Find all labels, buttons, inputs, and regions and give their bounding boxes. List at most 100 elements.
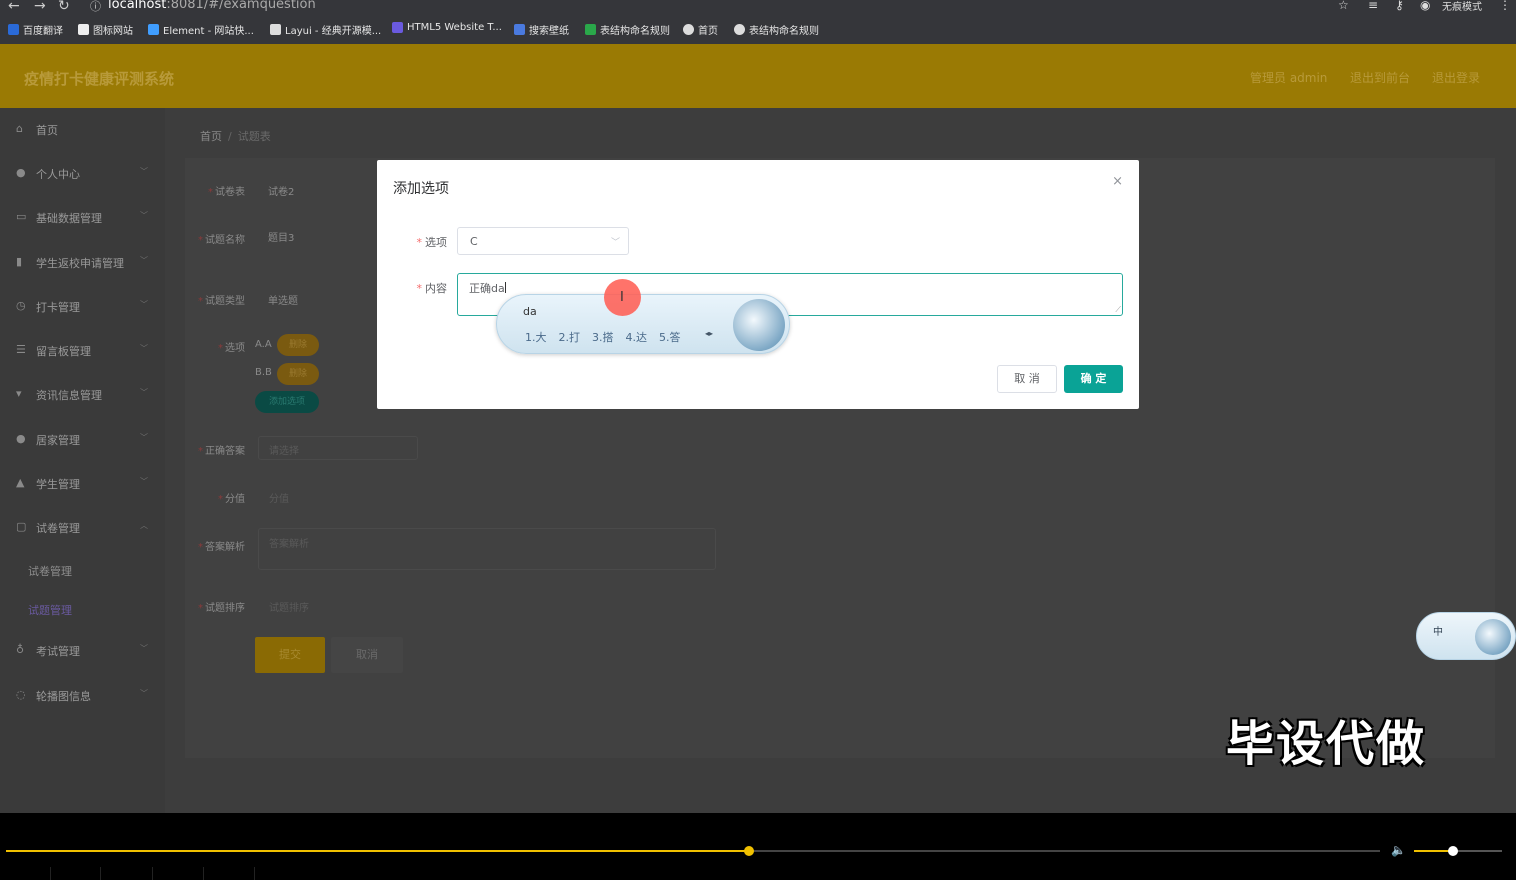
incognito-icon[interactable]: ◉ bbox=[1420, 0, 1430, 12]
delete-option-button[interactable]: 删除 bbox=[277, 363, 319, 385]
video-controls: 🔈 bbox=[0, 813, 1516, 880]
close-icon[interactable]: × bbox=[1112, 174, 1123, 189]
sidebar-item-label: 个人中心 bbox=[36, 168, 80, 181]
chevron-down-icon: ﹀ bbox=[610, 238, 620, 248]
user-icon: ● bbox=[16, 166, 26, 179]
sidebar-item-students[interactable]: ▲ 学生管理 ﹀ bbox=[0, 464, 165, 504]
ime-candidate[interactable]: 3.搭 bbox=[592, 331, 614, 344]
image-icon: ◌ bbox=[16, 688, 26, 701]
sidebar-item-basic-data[interactable]: ▭ 基础数据管理 ﹀ bbox=[0, 198, 165, 238]
watermark-text: 毕设代做 bbox=[1226, 716, 1427, 772]
address-bar: ← → ↻ ⓘ localhost:8081/#/examquestion ☆ … bbox=[0, 0, 1516, 14]
dialog-confirm-button[interactable]: 确 定 bbox=[1064, 365, 1123, 393]
sidebar-subitem-questions[interactable]: 试题管理 bbox=[28, 602, 72, 618]
bookmark-label: 搜索壁纸 bbox=[529, 26, 569, 37]
add-option-button[interactable]: 添加选项 bbox=[255, 391, 319, 413]
resize-grip-icon[interactable]: ⟋ bbox=[1115, 305, 1121, 315]
sidebar-subitem-paper[interactable]: 试卷管理 bbox=[28, 563, 72, 579]
bookmark-favicon-icon bbox=[78, 24, 89, 35]
key-icon[interactable]: ⚷ bbox=[1395, 0, 1404, 12]
bookmark-favicon-icon bbox=[585, 24, 596, 35]
browser-menu-icon[interactable]: ⋮ bbox=[1499, 0, 1511, 12]
sort-input[interactable]: 试题排序 bbox=[269, 599, 309, 614]
option-text: B.B bbox=[255, 367, 272, 378]
sidebar-item-papers[interactable]: ▢ 试卷管理 ︿ bbox=[0, 508, 165, 548]
bookmark-item[interactable]: HTML5 Website T... bbox=[392, 22, 502, 33]
bookmark-item[interactable]: Layui - 经典开源模... bbox=[270, 22, 381, 37]
bookmark-item[interactable]: 搜索壁纸 bbox=[514, 22, 569, 37]
delete-option-button[interactable]: 删除 bbox=[277, 334, 319, 356]
list-icon: ▭ bbox=[16, 210, 27, 223]
bookmark-favicon-icon bbox=[392, 22, 403, 33]
bookmark-item[interactable]: 百度翻译 bbox=[8, 22, 63, 37]
type-select[interactable]: 单选题 bbox=[268, 292, 298, 307]
ime-candidate[interactable]: 4.达 bbox=[626, 331, 648, 344]
sidebar: ⌂ 首页 ● 个人中心 ﹀ ▭ 基础数据管理 ﹀ ▮ 学生返校申请管理 ﹀ ◷ … bbox=[0, 108, 165, 813]
sidebar-item-carousel[interactable]: ◌ 轮播图信息 ﹀ bbox=[0, 676, 165, 716]
chevron-down-icon: ﹀ bbox=[140, 300, 148, 309]
sidebar-item-label: 打卡管理 bbox=[36, 301, 80, 314]
option-text: A.A bbox=[255, 339, 272, 350]
bar-chart-icon: ▮ bbox=[16, 255, 23, 268]
bookmark-item[interactable]: 图标网站 bbox=[78, 22, 133, 37]
ime-page-arrows-icon[interactable]: ◂▸ bbox=[705, 329, 713, 338]
name-input[interactable]: 题目3 bbox=[268, 229, 294, 244]
analysis-textarea[interactable] bbox=[258, 528, 716, 570]
forward-arrow-icon[interactable]: → bbox=[34, 0, 46, 14]
volume-icon[interactable]: 🔈 bbox=[1391, 843, 1406, 857]
star-icon[interactable]: ☆ bbox=[1338, 0, 1349, 12]
score-input[interactable]: 分值 bbox=[269, 490, 289, 505]
option-select[interactable]: C ﹀ bbox=[457, 227, 629, 255]
bookmark-favicon-icon bbox=[8, 24, 19, 35]
ime-candidate[interactable]: 5.答 bbox=[659, 331, 681, 344]
sidebar-item-label: 居家管理 bbox=[36, 434, 80, 447]
logout-link[interactable]: 退出登录 bbox=[1432, 69, 1480, 86]
sidebar-item-checkin[interactable]: ◷ 打卡管理 ﹀ bbox=[0, 287, 165, 327]
breadcrumb-home[interactable]: 首页 bbox=[200, 130, 222, 143]
sidebar-item-news[interactable]: ▾ 资讯信息管理 ﹀ bbox=[0, 375, 165, 415]
front-link[interactable]: 退出到前台 bbox=[1350, 69, 1410, 86]
bookmark-item[interactable]: 表结构命名规则 bbox=[585, 22, 670, 37]
sidebar-item-message-board[interactable]: ☰ 留言板管理 ﹀ bbox=[0, 331, 165, 371]
url-text[interactable]: localhost:8081/#/examquestion bbox=[108, 0, 316, 12]
ime-status-bar[interactable]: 中 bbox=[1416, 612, 1516, 660]
bookmark-label: Element - 网站快... bbox=[163, 26, 254, 37]
progress-fill bbox=[6, 850, 749, 852]
info-icon: ▾ bbox=[16, 387, 22, 400]
bookmark-item[interactable]: 表结构命名规则 bbox=[734, 22, 819, 37]
reload-icon[interactable]: ↻ bbox=[58, 0, 70, 14]
progress-track[interactable] bbox=[6, 850, 1380, 852]
sidebar-item-exams[interactable]: ♁ 考试管理 ﹀ bbox=[0, 631, 165, 671]
chevron-down-icon: ﹀ bbox=[140, 433, 148, 442]
bookmark-favicon-icon bbox=[148, 24, 159, 35]
sidebar-item-profile[interactable]: ● 个人中心 ﹀ bbox=[0, 154, 165, 194]
sidebar-item-home-quarantine[interactable]: ● 居家管理 ﹀ bbox=[0, 420, 165, 460]
sidebar-item-label: 考试管理 bbox=[36, 645, 80, 658]
site-info-icon[interactable]: ⓘ bbox=[90, 0, 101, 14]
progress-handle[interactable] bbox=[743, 846, 754, 856]
option-field-label: * 选项 bbox=[416, 236, 448, 249]
submit-button[interactable]: 提交 bbox=[255, 637, 325, 673]
chevron-down-icon: ﹀ bbox=[140, 388, 148, 397]
incognito-label: 无痕模式 bbox=[1442, 2, 1482, 13]
chevron-down-icon: ﹀ bbox=[140, 211, 148, 220]
admin-link[interactable]: 管理员 admin bbox=[1250, 69, 1327, 86]
chevron-down-icon: ﹀ bbox=[140, 167, 148, 176]
ime-candidate[interactable]: 2.打 bbox=[559, 331, 581, 344]
bookmark-item[interactable]: 首页 bbox=[683, 22, 718, 37]
volume-handle[interactable] bbox=[1447, 846, 1458, 856]
sidebar-item-label: 首页 bbox=[36, 124, 58, 137]
bookmark-item[interactable]: Element - 网站快... bbox=[148, 22, 254, 37]
divider bbox=[254, 867, 255, 880]
sidebar-item-return-apply[interactable]: ▮ 学生返校申请管理 ﹀ bbox=[0, 243, 165, 283]
back-arrow-icon[interactable]: ← bbox=[8, 0, 20, 14]
form-cancel-button[interactable]: 取消 bbox=[331, 637, 403, 673]
paper-label: * 试卷表 bbox=[208, 187, 245, 198]
bookmark-favicon-icon bbox=[683, 24, 694, 35]
sidebar-item-home[interactable]: ⌂ 首页 bbox=[0, 110, 165, 150]
tab-search-icon[interactable]: ≡ bbox=[1368, 0, 1378, 12]
volume-track[interactable] bbox=[1414, 850, 1502, 852]
paper-select[interactable]: 试卷2 bbox=[268, 183, 294, 198]
dialog-cancel-button[interactable]: 取 消 bbox=[997, 365, 1057, 393]
ime-candidate[interactable]: 1.大 bbox=[525, 331, 547, 344]
